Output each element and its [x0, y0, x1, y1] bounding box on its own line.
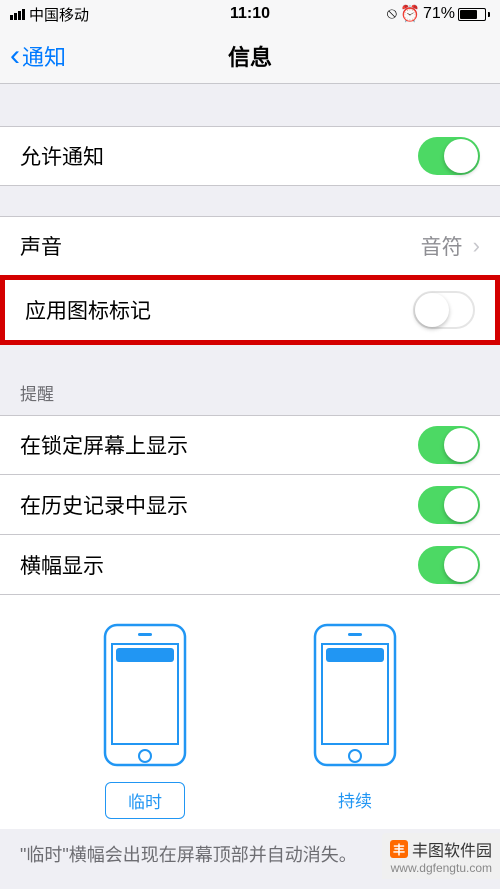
banner-cell[interactable]: 横幅显示 — [0, 535, 500, 595]
watermark: 丰 丰图软件园 www.dgfengtu.com — [382, 833, 500, 879]
phone-temporary-icon — [100, 620, 190, 770]
nav-bar: ‹ 通知 信息 — [0, 28, 500, 84]
temporary-label: 临时 — [105, 782, 185, 819]
badge-switch[interactable] — [413, 291, 475, 329]
phone-persistent-icon — [310, 620, 400, 770]
carrier-label: 中国移动 — [29, 4, 89, 25]
banner-style-temporary[interactable]: 临时 — [100, 620, 190, 819]
banner-style-persistent[interactable]: 持续 — [310, 620, 400, 819]
badge-label: 应用图标标记 — [25, 295, 413, 325]
chevron-left-icon: ‹ — [10, 39, 20, 73]
banner-label: 横幅显示 — [20, 550, 418, 580]
banner-switch[interactable] — [418, 546, 480, 584]
history-cell[interactable]: 在历史记录中显示 — [0, 475, 500, 535]
sound-value: 音符 — [421, 231, 463, 261]
lock-screen-label: 在锁定屏幕上显示 — [20, 430, 418, 460]
lock-screen-cell[interactable]: 在锁定屏幕上显示 — [0, 415, 500, 475]
alerts-section-header: 提醒 — [0, 345, 500, 415]
allow-notifications-cell[interactable]: 允许通知 — [0, 126, 500, 186]
page-title: 信息 — [228, 40, 272, 72]
allow-notifications-switch[interactable] — [418, 137, 480, 175]
battery-percent: 71% — [423, 5, 455, 23]
status-bar: 中国移动 11:10 ⦸ ⏰ 71% — [0, 0, 500, 28]
persistent-label: 持续 — [316, 782, 394, 817]
back-button[interactable]: ‹ 通知 — [10, 39, 66, 73]
badge-cell[interactable]: 应用图标标记 — [5, 280, 495, 340]
rotation-lock-icon: ⦸ — [387, 5, 397, 23]
history-label: 在历史记录中显示 — [20, 490, 418, 520]
alarm-icon: ⏰ — [400, 4, 420, 24]
watermark-icon: 丰 — [390, 840, 408, 858]
watermark-name: 丰图软件园 — [412, 837, 492, 861]
highlight-box: 应用图标标记 — [0, 275, 500, 345]
history-switch[interactable] — [418, 486, 480, 524]
watermark-url: www.dgfengtu.com — [391, 861, 492, 875]
status-time: 11:10 — [230, 5, 270, 23]
signal-icon — [10, 9, 25, 20]
chevron-right-icon: › — [473, 233, 480, 259]
lock-screen-switch[interactable] — [418, 426, 480, 464]
battery-icon — [458, 8, 490, 21]
content: 允许通知 声音 音符 › 应用图标标记 提醒 在锁定屏幕上显示 在历史记录中显示… — [0, 84, 500, 879]
banner-style-row: 临时 持续 — [0, 595, 500, 829]
allow-notifications-label: 允许通知 — [20, 141, 418, 171]
back-label: 通知 — [22, 40, 66, 72]
sound-cell[interactable]: 声音 音符 › — [0, 216, 500, 276]
sound-label: 声音 — [20, 231, 421, 261]
